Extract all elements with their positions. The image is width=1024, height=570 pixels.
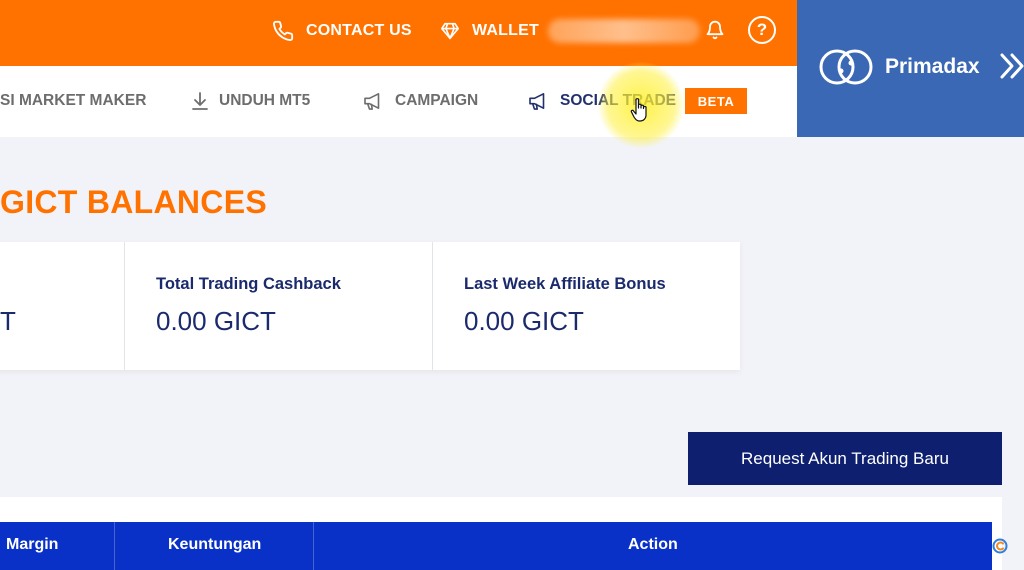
balance-label: Last Week Affiliate Bonus bbox=[464, 275, 666, 293]
card-divider bbox=[124, 242, 125, 370]
help-icon[interactable]: ? bbox=[748, 16, 776, 44]
phone-icon bbox=[273, 20, 294, 41]
nav-item-label: UNDUH MT5 bbox=[219, 92, 311, 109]
nav-item-label: SOCIAL TRADE bbox=[560, 92, 676, 109]
contact-us-link[interactable]: CONTACT US bbox=[272, 17, 412, 45]
nav-item-market-maker[interactable]: SI MARKET MAKER bbox=[0, 90, 146, 112]
column-divider bbox=[313, 522, 314, 570]
double-chevron-right-icon[interactable] bbox=[999, 52, 1024, 80]
brand-panel: Primadax bbox=[797, 0, 1024, 137]
bell-icon[interactable] bbox=[705, 19, 725, 46]
wallet-label: WALLET bbox=[472, 22, 539, 39]
card-divider bbox=[432, 242, 433, 370]
diamond-icon bbox=[441, 22, 459, 40]
request-trading-account-button[interactable]: Request Akun Trading Baru bbox=[688, 432, 1002, 485]
column-divider bbox=[114, 522, 115, 570]
megaphone-icon bbox=[364, 92, 380, 110]
balance-label: Total Trading Cashback bbox=[156, 275, 341, 293]
nav-item-social-trade[interactable]: SOCIAL TRADE bbox=[528, 90, 676, 112]
column-header-margin[interactable]: Margin bbox=[6, 536, 58, 554]
nav-item-label: SI MARKET MAKER bbox=[0, 92, 147, 109]
blurred-account-info bbox=[548, 19, 700, 43]
top-bar: CONTACT US WALLET ? bbox=[0, 0, 797, 66]
contact-us-label: CONTACT US bbox=[306, 22, 412, 39]
wallet-link[interactable]: WALLET bbox=[440, 17, 539, 45]
hand-cursor-icon bbox=[630, 98, 647, 122]
beta-badge: BETA bbox=[685, 88, 747, 114]
page-title: GICT BALANCES bbox=[0, 184, 268, 220]
watermark-logo-icon bbox=[992, 538, 1008, 554]
nav-item-campaign[interactable]: CAMPAIGN bbox=[363, 90, 478, 112]
balance-value: 0.00 GICT bbox=[464, 306, 584, 336]
megaphone-icon bbox=[529, 92, 545, 110]
download-icon bbox=[192, 92, 208, 110]
balance-value: T bbox=[0, 306, 16, 336]
table-header: Margin Keuntungan Action bbox=[0, 522, 992, 570]
brand-name: Primadax bbox=[885, 55, 980, 78]
column-header-keuntungan[interactable]: Keuntungan bbox=[168, 536, 261, 554]
primadax-logo-icon bbox=[819, 49, 873, 85]
balance-cards: T Total Trading Cashback 0.00 GICT Last … bbox=[0, 242, 740, 370]
nav-item-label: CAMPAIGN bbox=[395, 92, 479, 109]
nav-item-unduh-mt5[interactable]: UNDUH MT5 bbox=[191, 90, 310, 112]
balance-value: 0.00 GICT bbox=[156, 306, 276, 336]
column-header-action[interactable]: Action bbox=[628, 536, 678, 554]
secondary-nav: SI MARKET MAKER UNDUH MT5 CAMPAIGN SOCIA… bbox=[0, 66, 797, 137]
